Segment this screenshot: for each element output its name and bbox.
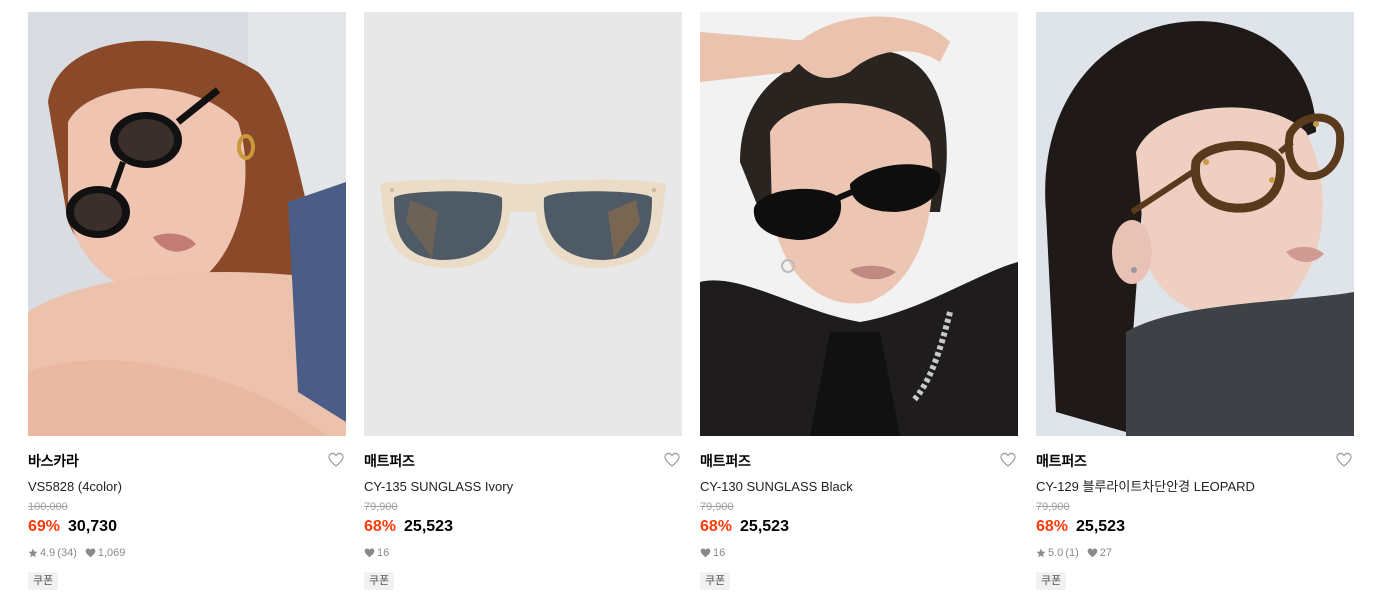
sale-price: 25,523: [740, 518, 789, 535]
coupon-badge: 쿠폰: [700, 572, 731, 590]
price-line: 68% 25,523: [700, 516, 1018, 538]
original-price: 79,900: [700, 501, 734, 513]
rating: 5.0 (1): [1036, 546, 1079, 560]
likes: 16: [364, 546, 389, 560]
sale-price: 25,523: [404, 518, 453, 535]
coupon-badge: 쿠폰: [364, 572, 395, 590]
product-card[interactable]: 매트퍼즈 CY-135 SUNGLASS Ivory 79,900 68% 25,…: [364, 12, 682, 590]
price-line: 69% 30,730: [28, 516, 346, 538]
product-card[interactable]: 바스카라 VS5828 (4color) 100,000 69% 30,730 4…: [28, 12, 346, 590]
product-image[interactable]: [28, 12, 346, 436]
price-line: 68% 25,523: [364, 516, 682, 538]
coupon-badge: 쿠폰: [1036, 572, 1067, 590]
product-image[interactable]: [700, 12, 1018, 436]
brand-name[interactable]: 바스카라: [28, 452, 346, 470]
like-count: 16: [713, 547, 726, 559]
sunglasses-product-icon: [364, 12, 682, 436]
coupon-badge: 쿠폰: [28, 572, 59, 590]
product-stats: 16: [364, 546, 682, 560]
discount-rate: 68%: [1036, 518, 1069, 535]
like-count: 27: [1099, 547, 1112, 559]
original-price: 79,900: [364, 501, 398, 513]
star-icon: [28, 548, 38, 558]
price-line: 68% 25,523: [1036, 516, 1354, 538]
product-stats: 4.9 (34) 1,069: [28, 546, 346, 560]
review-count: (1): [1065, 547, 1079, 559]
heart-filled-icon: [364, 548, 375, 558]
product-stats: 16: [700, 546, 1018, 560]
heart-filled-icon: [1087, 548, 1098, 558]
product-image[interactable]: [1036, 12, 1354, 436]
sale-price: 25,523: [1076, 518, 1125, 535]
like-count: 1,069: [97, 547, 126, 559]
likes: 27: [1087, 546, 1112, 560]
product-card[interactable]: 매트퍼즈 CY-129 블루라이트차단안경 LEOPARD 79,900 68%…: [1036, 12, 1354, 590]
product-name[interactable]: CY-135 SUNGLASS Ivory: [364, 478, 682, 495]
rating: 4.9 (34): [28, 546, 77, 560]
brand-name[interactable]: 매트퍼즈: [364, 452, 682, 470]
star-icon: [1036, 548, 1046, 558]
heart-filled-icon: [700, 548, 711, 558]
original-price: 100,000: [28, 501, 68, 513]
model-photo-icon: [700, 12, 1018, 436]
heart-filled-icon: [85, 548, 96, 558]
product-grid: 바스카라 VS5828 (4color) 100,000 69% 30,730 4…: [28, 12, 1354, 590]
discount-rate: 69%: [28, 518, 61, 535]
heart-icon[interactable]: [1336, 452, 1352, 468]
product-card[interactable]: 매트퍼즈 CY-130 SUNGLASS Black 79,900 68% 25,…: [700, 12, 1018, 590]
likes: 1,069: [85, 546, 126, 560]
rating-score: 5.0: [1048, 547, 1064, 559]
brand-name[interactable]: 매트퍼즈: [700, 452, 1018, 470]
rating-score: 4.9: [40, 547, 56, 559]
model-photo-icon: [1036, 12, 1354, 436]
product-name[interactable]: CY-129 블루라이트차단안경 LEOPARD: [1036, 478, 1354, 495]
heart-icon[interactable]: [1000, 452, 1016, 468]
heart-icon[interactable]: [664, 452, 680, 468]
discount-rate: 68%: [364, 518, 397, 535]
review-count: (34): [57, 547, 77, 559]
brand-name[interactable]: 매트퍼즈: [1036, 452, 1354, 470]
sale-price: 30,730: [68, 518, 117, 535]
discount-rate: 68%: [700, 518, 733, 535]
original-price: 79,900: [1036, 501, 1070, 513]
product-name[interactable]: CY-130 SUNGLASS Black: [700, 478, 1018, 495]
product-name[interactable]: VS5828 (4color): [28, 478, 346, 495]
model-photo-icon: [28, 12, 346, 436]
likes: 16: [700, 546, 725, 560]
product-stats: 5.0 (1) 27: [1036, 546, 1354, 560]
product-image[interactable]: [364, 12, 682, 436]
heart-icon[interactable]: [328, 452, 344, 468]
like-count: 16: [377, 547, 390, 559]
